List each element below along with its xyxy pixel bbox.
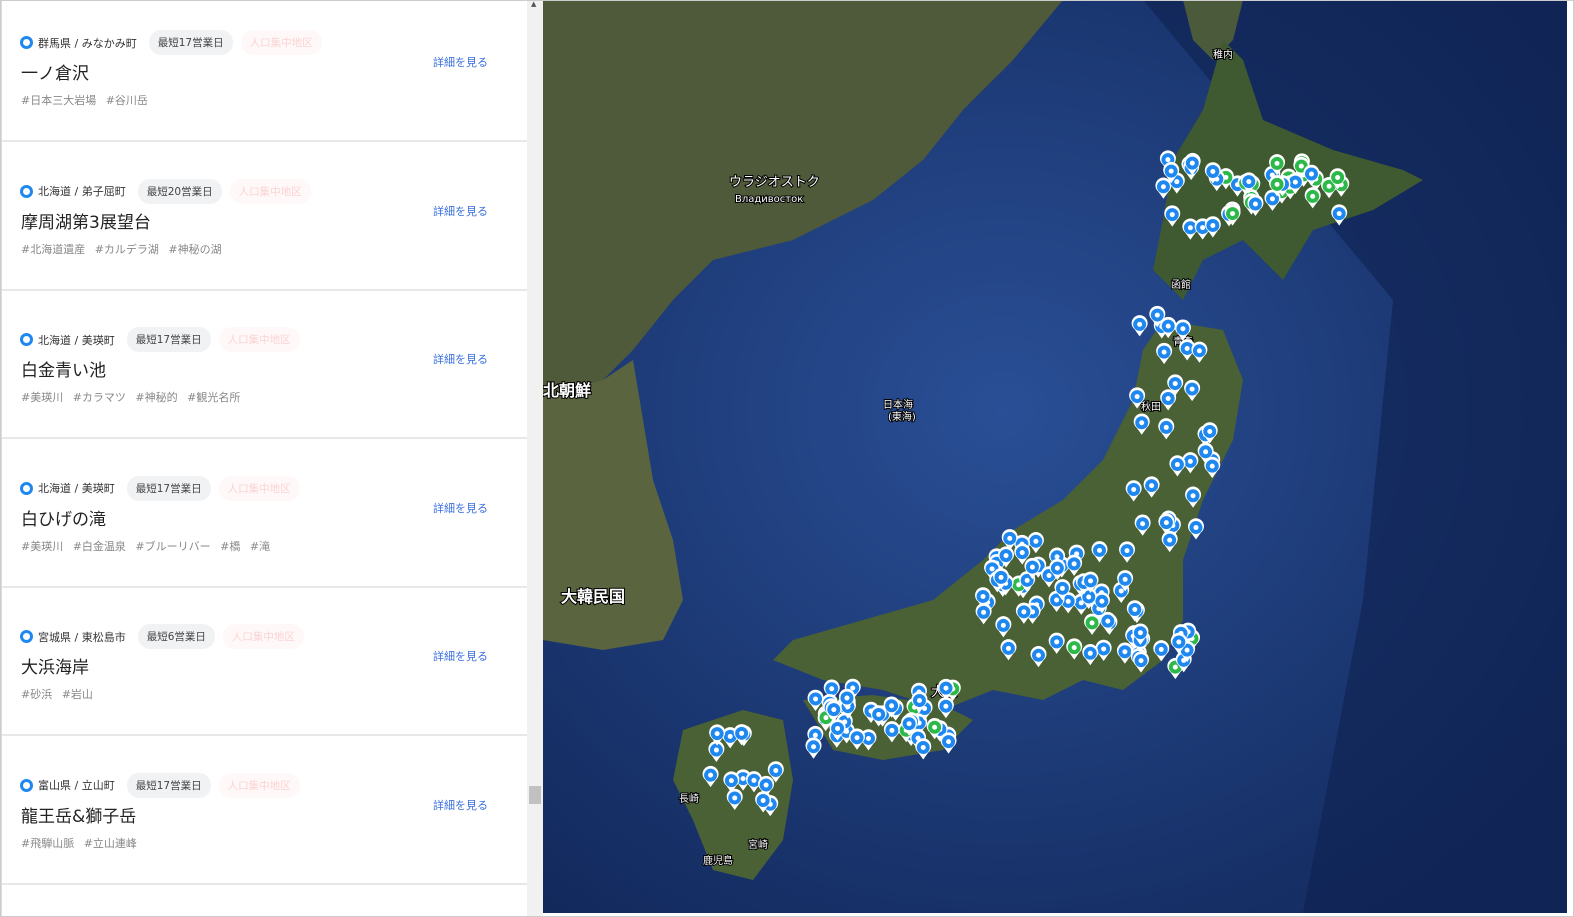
dense-area-badge: 人口集中地区 bbox=[240, 30, 322, 55]
lead-time-badge: 最短17営業日 bbox=[126, 772, 211, 798]
spot-title: 摩周湖第3展望台 bbox=[21, 212, 151, 233]
map-label-sea2: (東海) bbox=[888, 410, 916, 423]
location-text: 北海道 / 弟子屈町 bbox=[38, 185, 126, 198]
spot-tags: #美瑛川 #カラマツ #神秘的 #観光名所 bbox=[21, 391, 241, 404]
view-details-link[interactable]: 詳細を見る bbox=[433, 500, 488, 516]
map-label-hakodate: 函館 bbox=[1171, 278, 1191, 291]
map[interactable]: 日本海(東海)大韓民国北朝鮮ウラジオストクВладивосток大阪函館青森秋田… bbox=[543, 0, 1567, 913]
lead-time-badge: 最短20営業日 bbox=[137, 178, 222, 204]
spot-tags: #飛騨山脈 #立山連峰 bbox=[21, 836, 137, 850]
spot-tags: #日本三大岩場 #谷川岳 bbox=[21, 94, 148, 107]
lead-time-badge: 最短17営業日 bbox=[148, 30, 233, 55]
location-text: 富山県 / 立山町 bbox=[38, 779, 115, 792]
circle-icon bbox=[20, 184, 33, 198]
view-details-link[interactable]: 詳細を見る bbox=[433, 54, 488, 70]
dense-area-badge: 人口集中地区 bbox=[218, 772, 300, 798]
circle-icon bbox=[20, 630, 33, 643]
spot-card[interactable]: 富山県 / 立山町 最短17営業日 人口集中地区 龍王岳&獅子岳 #飛騨山脈 #立山… bbox=[2, 737, 527, 885]
dense-area-badge: 人口集中地区 bbox=[218, 475, 300, 501]
spot-card[interactable]: 北海道 / 弟子屈町 最短20営業日 人口集中地区 摩周湖第3展望台 #北海道遺産 … bbox=[2, 143, 527, 291]
spot-card[interactable]: 宮城県 / 東松島市 最短6営業日 人口集中地区 大浜海岸 #砂浜 #岩山 詳細を見… bbox=[2, 588, 527, 736]
lead-time-badge: 最短17営業日 bbox=[126, 327, 211, 352]
spot-title: 大浜海岸 bbox=[21, 658, 89, 678]
circle-icon bbox=[20, 36, 33, 49]
map-label-wakkanai: 稚内 bbox=[1213, 48, 1233, 61]
location-text: 群馬県 / みなかみ町 bbox=[38, 36, 137, 50]
map-label-akita: 秋田 bbox=[1141, 400, 1161, 413]
circle-icon bbox=[20, 333, 33, 346]
location-row: 北海道 / 弟子屈町 最短20営業日 人口集中地区 bbox=[20, 178, 311, 204]
view-details-link[interactable]: 詳細を見る bbox=[433, 648, 488, 664]
spot-card[interactable]: 群馬県 / みなかみ町 最短17営業日 人口集中地区 一ノ倉沢 #日本三大岩場 #谷… bbox=[2, 0, 527, 142]
map-label-korea: 大韓民国 bbox=[561, 587, 625, 606]
spot-title: 龍王岳&獅子岳 bbox=[21, 806, 137, 827]
spot-list[interactable]: 群馬県 / みなかみ町 最短17営業日 人口集中地区 一ノ倉沢 #日本三大岩場 #谷… bbox=[0, 0, 527, 917]
spot-card[interactable]: 北海道 / 美瑛町 最短17営業日 人口集中地区 白ひげの滝 #美瑛川 #白金温泉 … bbox=[2, 440, 527, 588]
scrollbar-thumb[interactable] bbox=[529, 786, 541, 804]
view-details-link[interactable]: 詳細を見る bbox=[433, 351, 488, 367]
map-label-sea: 日本海 bbox=[883, 398, 913, 411]
lead-time-badge: 最短6営業日 bbox=[137, 624, 215, 649]
spot-title: 一ノ倉沢 bbox=[21, 64, 89, 84]
map-label-nk: 北朝鮮 bbox=[543, 381, 591, 400]
location-row: 北海道 / 美瑛町 最短17営業日 人口集中地区 bbox=[20, 475, 300, 501]
dense-area-badge: 人口集中地区 bbox=[222, 624, 304, 649]
location-row: 宮城県 / 東松島市 最短6営業日 人口集中地区 bbox=[20, 624, 304, 649]
location-text: 北海道 / 美瑛町 bbox=[38, 482, 115, 495]
spot-title: 白金青い池 bbox=[21, 361, 106, 381]
map-label-nagasaki: 長崎 bbox=[679, 792, 699, 805]
circle-icon bbox=[20, 778, 33, 792]
map-label-vlad: ウラジオストク bbox=[729, 175, 820, 190]
scrollbar[interactable]: ▲ bbox=[527, 0, 543, 917]
circle-icon bbox=[20, 481, 33, 495]
location-row: 富山県 / 立山町 最短17営業日 人口集中地区 bbox=[20, 772, 300, 798]
dense-area-badge: 人口集中地区 bbox=[218, 327, 300, 352]
spot-tags: #北海道遺産 #カルデラ湖 #神秘の湖 bbox=[21, 242, 222, 256]
location-row: 群馬県 / みなかみ町 最短17営業日 人口集中地区 bbox=[20, 30, 322, 55]
dense-area-badge: 人口集中地区 bbox=[229, 178, 311, 204]
spot-title: 白ひげの滝 bbox=[21, 509, 106, 530]
map-canvas[interactable]: 日本海(東海)大韓民国北朝鮮ウラジオストクВладивосток大阪函館青森秋田… bbox=[543, 0, 1567, 913]
spot-card[interactable]: 北海道 / 美瑛町 最短17営業日 人口集中地区 白金青い池 #美瑛川 #カラマツ … bbox=[2, 291, 527, 439]
scroll-up-arrow-icon[interactable]: ▲ bbox=[531, 0, 536, 8]
location-text: 宮城県 / 東松島市 bbox=[38, 630, 126, 644]
view-details-link[interactable]: 詳細を見る bbox=[433, 797, 488, 813]
map-label-kagoshima: 鹿児島 bbox=[703, 854, 733, 867]
lead-time-badge: 最短17営業日 bbox=[126, 475, 211, 501]
spot-tags: #美瑛川 #白金温泉 #ブルーリバー #橋 #滝 bbox=[21, 539, 271, 553]
location-row: 北海道 / 美瑛町 最短17営業日 人口集中地区 bbox=[20, 327, 300, 352]
view-details-link[interactable]: 詳細を見る bbox=[433, 203, 488, 219]
spot-tags: #砂浜 #岩山 bbox=[21, 688, 93, 701]
map-label-miyazaki: 宮崎 bbox=[748, 838, 768, 851]
map-label-vlad_ru: Владивосток bbox=[735, 194, 803, 205]
location-text: 北海道 / 美瑛町 bbox=[38, 333, 115, 347]
